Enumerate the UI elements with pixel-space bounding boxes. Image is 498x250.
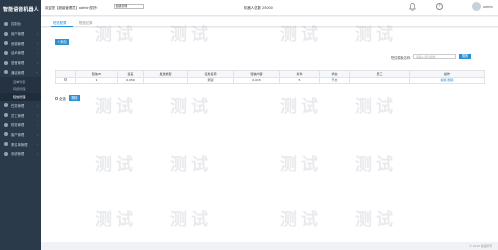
sidebar-item-system[interactable]: 系统管理 ›	[0, 149, 41, 159]
sidebar-item-resources[interactable]: 资源管理 ›	[0, 38, 41, 48]
chevron-right-icon: ›	[36, 151, 38, 156]
robot-total: 机器人总数 25000	[244, 6, 273, 10]
user-icon	[4, 31, 8, 36]
chevron-right-icon: ›	[36, 122, 38, 127]
chevron-right-icon: ›	[36, 51, 38, 56]
account-info: 欢迎您【超级管理员】admin您好!	[45, 6, 98, 10]
copyright: © 2019 版权所有	[469, 244, 492, 248]
footer: © 2019 版权所有	[41, 242, 498, 250]
chevron-right-icon: ›	[36, 142, 38, 147]
folder-icon	[4, 41, 8, 46]
avatar[interactable]	[472, 2, 481, 11]
role-select[interactable]: 超级管理	[114, 4, 144, 9]
cell-staff	[349, 76, 410, 84]
table-row: 1 0.050 测试 0.015 5 开启 编辑 删除	[55, 76, 485, 84]
cell-send-type	[143, 76, 188, 84]
sidebar-item-dashboard[interactable]: 控制台	[0, 19, 41, 29]
gear-icon	[4, 151, 8, 156]
phone-icon	[4, 70, 8, 75]
watermark: 测试	[280, 97, 322, 117]
top-bar: 欢迎您【超级管理员】admin您好! 超级管理 机器人总数 25000 ? ad…	[41, 0, 498, 16]
sidebar-item-users[interactable]: 用户管理 ›	[0, 29, 41, 39]
sidebar-item-staff[interactable]: 员工管理 ›	[0, 110, 41, 120]
sidebar: 智能语音机器人 控制台 用户管理 › 资源管理 › 话术管理 › 语音管理 › 通话管理…	[0, 0, 41, 250]
cell-sms-content: 0.015	[233, 76, 280, 84]
delete-link[interactable]: 删除	[447, 78, 453, 82]
bulk-delete-button[interactable]: 删除	[69, 95, 80, 101]
cell-actions: 编辑 删除	[409, 76, 485, 84]
row-select-radio[interactable]	[64, 78, 67, 82]
cell-status[interactable]: 开启	[319, 76, 350, 84]
sidebar-item-customers[interactable]: 客户管理 ›	[0, 130, 41, 140]
chevron-right-icon: ›	[36, 103, 38, 108]
bell-icon[interactable]	[409, 3, 416, 11]
chevron-right-icon: ›	[36, 113, 38, 118]
dashboard-icon	[4, 21, 8, 26]
watermark: 测试	[170, 25, 212, 45]
sidebar-subitem-call-records[interactable]: 话单列表	[0, 77, 41, 85]
sidebar-subitem-transfer[interactable]: 转接管理	[0, 84, 41, 93]
brand-title: 智能语音机器人	[3, 7, 39, 13]
chevron-down-icon: ⌄	[35, 70, 38, 75]
microphone-icon	[4, 60, 8, 65]
select-all-label: 全选	[59, 97, 66, 101]
search-label: 短信模板名称:	[391, 56, 412, 60]
search-button[interactable]: 搜索	[459, 53, 471, 59]
chevron-right-icon: ›	[36, 31, 38, 36]
watermark: 测试	[355, 25, 397, 45]
cell-signature: 0.050	[117, 76, 144, 84]
customer-icon	[4, 132, 8, 137]
sidebar-nav: 控制台 用户管理 › 资源管理 › 话术管理 › 语音管理 › 通话管理 ⌄ 话单列表 转…	[0, 19, 41, 159]
sms-table: 短信ID 签名 发送类型 任务名称 短信内容 条件 状态 员工 操作 1 0.0…	[55, 70, 485, 84]
watermark: 测试	[170, 210, 212, 230]
watermark: 测试	[355, 155, 397, 175]
team-icon	[4, 113, 8, 118]
edit-link[interactable]: 编辑	[441, 78, 447, 82]
tab-sms-config[interactable]: 短信配置	[53, 20, 67, 25]
watermark: 测试	[95, 210, 137, 230]
watermark: 测试	[170, 97, 212, 117]
sidebar-item-finance[interactable]: 财务管理 ›	[0, 120, 41, 130]
watermark: 测试	[280, 155, 322, 175]
watermark: 测试	[95, 155, 137, 175]
search-input[interactable]: 请输入短信模板	[413, 53, 456, 59]
watermark: 测试	[355, 97, 397, 117]
chevron-right-icon: ›	[36, 60, 38, 65]
watermark: 测试	[355, 210, 397, 230]
sidebar-subitem-sms[interactable]: 短信管理	[0, 92, 41, 101]
add-button[interactable]: +添加	[55, 39, 69, 45]
block-icon	[4, 142, 8, 147]
active-tab-indicator	[51, 26, 73, 27]
watermark: 测试	[170, 155, 212, 175]
money-icon	[4, 122, 8, 127]
sidebar-item-tasks[interactable]: 任务管理 ›	[0, 101, 41, 111]
cell-task-name: 测试	[187, 76, 234, 84]
cell-sms-id: 1	[75, 76, 118, 84]
watermark: 测试	[95, 97, 137, 117]
watermark: 测试	[95, 25, 137, 45]
bulk-actions: 全选	[55, 96, 66, 101]
user-name[interactable]: admin	[483, 5, 493, 9]
chevron-right-icon: ›	[36, 41, 38, 46]
task-icon	[4, 103, 8, 108]
watermark: 测试	[280, 25, 322, 45]
sidebar-item-voice[interactable]: 语音管理 ›	[0, 58, 41, 68]
script-icon	[4, 50, 8, 55]
sidebar-item-scripts[interactable]: 话术管理 ›	[0, 48, 41, 58]
chevron-right-icon: ›	[36, 132, 38, 137]
help-icon[interactable]: ?	[436, 3, 443, 10]
sidebar-item-blacklist[interactable]: 黑名单管理 ›	[0, 139, 41, 149]
tab-sms-records[interactable]: 短信记录	[79, 20, 93, 25]
sidebar-item-calls[interactable]: 通话管理 ⌄	[0, 67, 41, 77]
select-all-checkbox[interactable]	[55, 97, 58, 100]
cell-condition: 5	[279, 76, 320, 84]
watermark: 测试	[280, 210, 322, 230]
